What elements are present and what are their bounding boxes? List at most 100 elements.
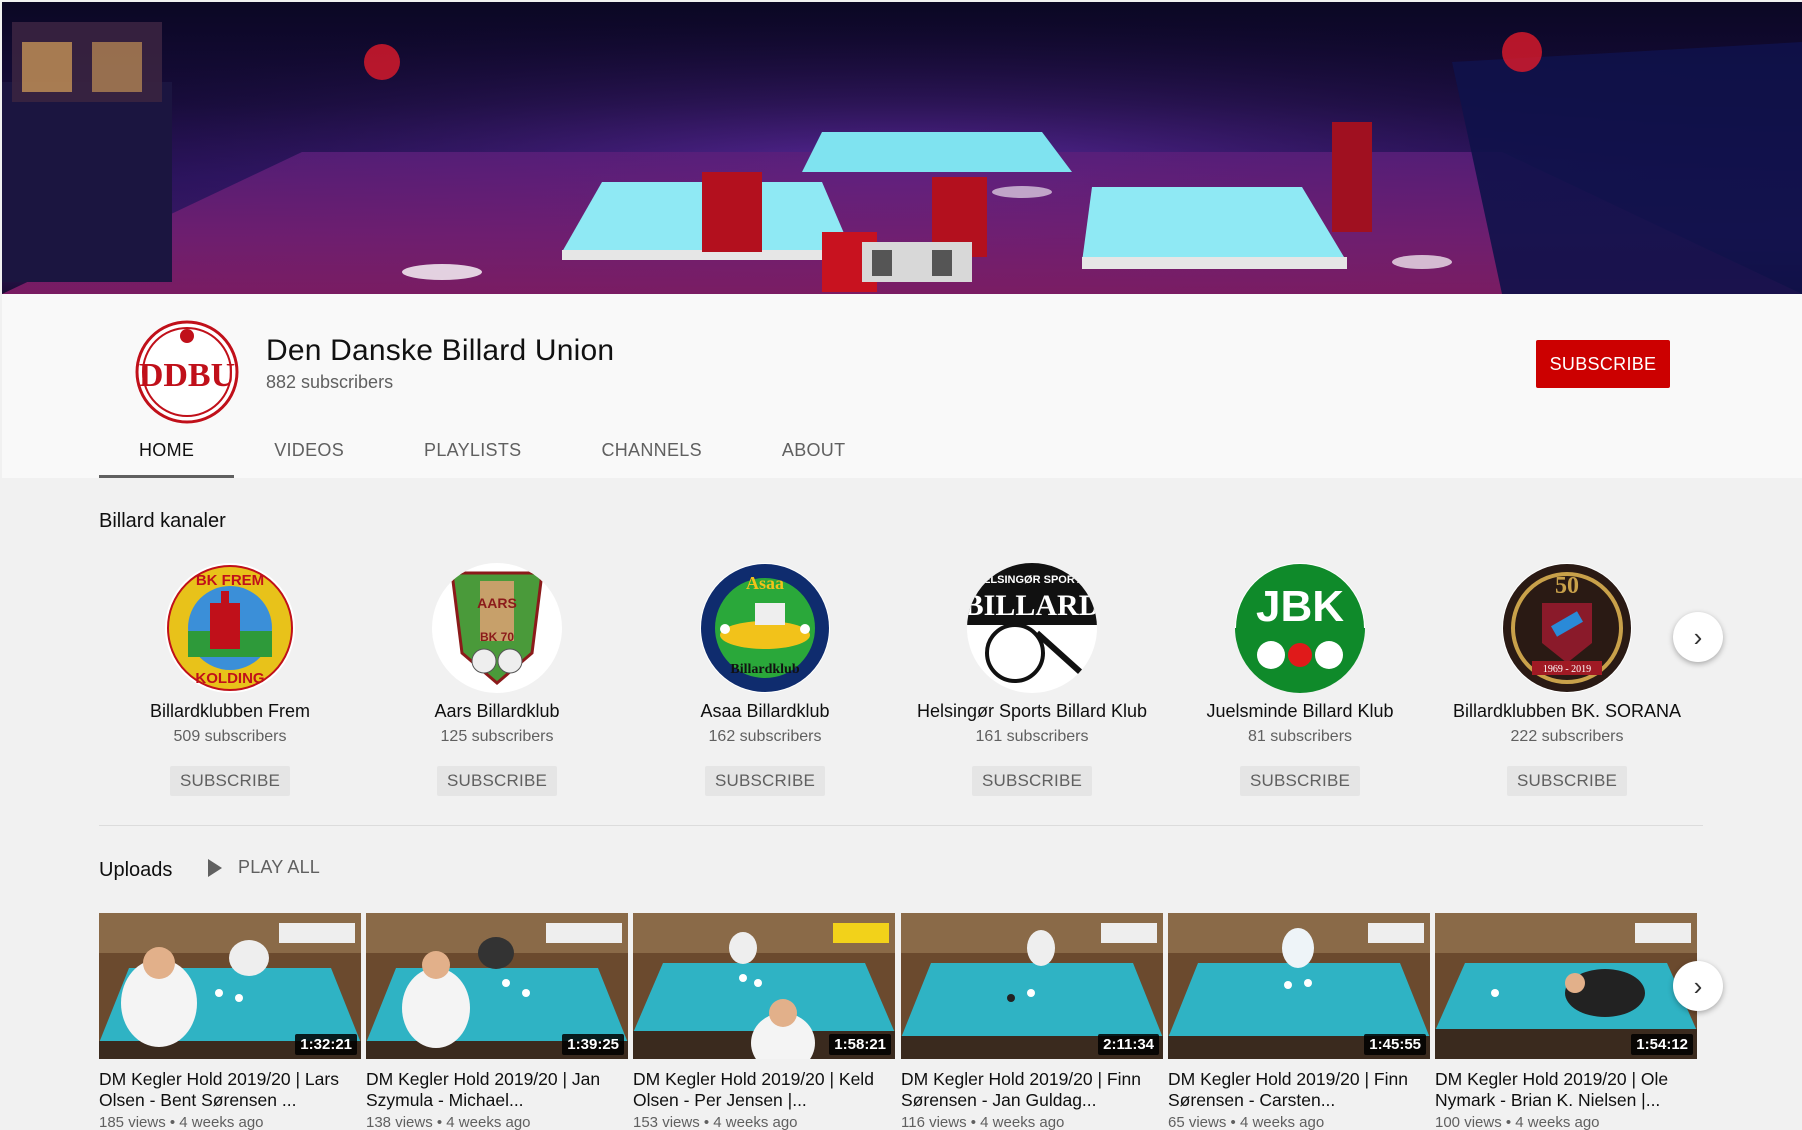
channel-tabs: HOME VIDEOS PLAYLISTS CHANNELS ABOUT <box>99 422 885 478</box>
channel-name[interactable]: Billardklubben Frem <box>96 701 364 722</box>
channel-subscriber-count: 81 subscribers <box>1247 728 1353 745</box>
video-title[interactable]: DM Kegler Hold 2019/20 | Lars Olsen - Be… <box>99 1069 361 1111</box>
channel-avatar-asaa[interactable]: Asaa Billardklub <box>700 563 830 693</box>
svg-text:KOLDING: KOLDING <box>195 670 264 687</box>
video-duration: 1:58:21 <box>829 1034 891 1055</box>
channel-name[interactable]: Asaa Billardklub <box>631 701 899 722</box>
channel-avatar-aars[interactable]: AARS BK 70 <box>432 563 562 693</box>
channel-subscribe-button[interactable]: SUBSCRIBE <box>169 766 291 796</box>
video-thumbnail[interactable]: 1:54:12 <box>1435 913 1697 1059</box>
aars-logo-icon: AARS BK 70 <box>433 564 561 692</box>
channel-subscriber-count: 509 subscribers <box>173 728 287 745</box>
channel-name[interactable]: Aars Billardklub <box>363 701 631 722</box>
video-metadata: 138 views • 4 weeks ago <box>366 1114 531 1130</box>
channel-avatar-juelsminde[interactable]: JBK <box>1235 563 1365 693</box>
video-card[interactable]: 1:45:55 DM Kegler Hold 2019/20 | Finn Sø… <box>1168 913 1430 1130</box>
subscribe-button[interactable]: SUBSCRIBE <box>1536 340 1670 388</box>
svg-text:AARS: AARS <box>477 595 517 611</box>
video-title[interactable]: DM Kegler Hold 2019/20 | Keld Olsen - Pe… <box>633 1069 895 1111</box>
video-card[interactable]: 1:32:21 DM Kegler Hold 2019/20 | Lars Ol… <box>99 913 361 1130</box>
tab-home[interactable]: HOME <box>99 422 235 478</box>
play-all-button[interactable]: PLAY ALL <box>208 857 320 878</box>
video-title[interactable]: DM Kegler Hold 2019/20 | Finn Sørensen -… <box>901 1069 1163 1111</box>
video-card[interactable]: 1:39:25 DM Kegler Hold 2019/20 | Jan Szy… <box>366 913 628 1130</box>
featured-channel-card: Asaa Billardklub Asaa Billardklub 162 su… <box>631 563 899 796</box>
video-metadata: 100 views • 4 weeks ago <box>1435 1114 1600 1130</box>
video-thumbnail[interactable]: 1:58:21 <box>633 913 895 1059</box>
svg-text:BILLARD: BILLARD <box>967 589 1097 622</box>
helsingor-logo-icon: HELSINGØR SPORTS BILLARD <box>967 563 1097 692</box>
tab-playlists[interactable]: PLAYLISTS <box>384 422 561 478</box>
svg-text:1969 - 2019: 1969 - 2019 <box>1543 664 1591 675</box>
video-card[interactable]: 1:54:12 DM Kegler Hold 2019/20 | Ole Nym… <box>1435 913 1697 1130</box>
svg-text:50: 50 <box>1555 573 1579 599</box>
channel-header: DDBU Den Danske Billard Union 882 subscr… <box>2 294 1802 478</box>
video-title[interactable]: DM Kegler Hold 2019/20 | Finn Sørensen -… <box>1168 1069 1430 1111</box>
tab-videos[interactable]: VIDEOS <box>234 422 384 478</box>
featured-channel-card: BK FREM KOLDING Billardklubben Frem 509 … <box>96 563 364 796</box>
bk-frem-logo-icon: BK FREM KOLDING <box>166 564 294 692</box>
video-thumbnail[interactable]: 1:45:55 <box>1168 913 1430 1059</box>
chevron-right-icon: › <box>1693 621 1703 652</box>
video-thumbnail[interactable]: 1:39:25 <box>366 913 628 1059</box>
play-icon <box>208 858 222 877</box>
video-title[interactable]: DM Kegler Hold 2019/20 | Jan Szymula - M… <box>366 1069 628 1111</box>
tab-channels[interactable]: CHANNELS <box>561 422 741 478</box>
channel-name[interactable]: Billardklubben BK. SORANA <box>1433 701 1701 722</box>
video-metadata: 185 views • 4 weeks ago <box>99 1114 264 1130</box>
section-divider <box>99 825 1703 826</box>
svg-text:BK 70: BK 70 <box>480 630 514 644</box>
channel-subscriber-count: 125 subscribers <box>440 728 554 745</box>
chevron-right-icon: › <box>1693 970 1703 1001</box>
video-metadata: 153 views • 4 weeks ago <box>633 1114 798 1130</box>
asaa-logo-icon: Asaa Billardklub <box>701 564 829 692</box>
svg-text:Billardklub: Billardklub <box>730 662 799 677</box>
uploads-next-button[interactable]: › <box>1673 961 1723 1011</box>
featured-channel-card: JBK Juelsminde Billard Klub 81 subscribe… <box>1166 563 1434 796</box>
video-duration: 1:39:25 <box>562 1034 624 1055</box>
channel-name[interactable]: Helsingør Sports Billard Klub <box>898 701 1166 722</box>
tab-about[interactable]: ABOUT <box>742 422 886 478</box>
channel-subscriber-count: 222 subscribers <box>1510 728 1624 745</box>
video-duration: 2:11:34 <box>1098 1034 1159 1055</box>
video-metadata: 116 views • 4 weeks ago <box>901 1114 1065 1130</box>
video-duration: 1:32:21 <box>295 1034 357 1055</box>
video-card[interactable]: 1:58:21 DM Kegler Hold 2019/20 | Keld Ol… <box>633 913 895 1130</box>
channel-avatar-helsingor[interactable]: HELSINGØR SPORTS BILLARD <box>967 563 1097 693</box>
channel-subscribe-button[interactable]: SUBSCRIBE <box>704 766 826 796</box>
channel-avatar[interactable]: DDBU <box>135 320 239 424</box>
channel-banner <box>2 2 1802 294</box>
video-duration: 1:54:12 <box>1631 1034 1693 1055</box>
featured-channel-card: HELSINGØR SPORTS BILLARD Helsingør Sport… <box>898 563 1166 796</box>
video-title[interactable]: DM Kegler Hold 2019/20 | Ole Nymark - Br… <box>1435 1069 1697 1111</box>
channel-title: Den Danske Billard Union <box>266 334 615 367</box>
svg-text:HELSINGØR SPORTS: HELSINGØR SPORTS <box>975 574 1089 586</box>
video-thumbnail[interactable]: 1:32:21 <box>99 913 361 1059</box>
video-card[interactable]: 2:11:34 DM Kegler Hold 2019/20 | Finn Sø… <box>901 913 1163 1130</box>
svg-text:BK FREM: BK FREM <box>196 572 264 589</box>
channel-subscriber-count: 161 subscribers <box>975 728 1089 745</box>
channel-subscribe-button[interactable]: SUBSCRIBE <box>1506 766 1628 796</box>
video-metadata: 65 views • 4 weeks ago <box>1168 1114 1325 1130</box>
video-thumbnail[interactable]: 2:11:34 <box>901 913 1163 1059</box>
channel-subscribe-button[interactable]: SUBSCRIBE <box>971 766 1093 796</box>
svg-text:JBK: JBK <box>1256 582 1344 631</box>
channel-subscribe-button[interactable]: SUBSCRIBE <box>1239 766 1361 796</box>
channel-subscriber-count: 162 subscribers <box>708 728 822 745</box>
shelf-title-uploads[interactable]: Uploads <box>99 859 172 882</box>
channel-avatar-frem[interactable]: BK FREM KOLDING <box>165 563 295 693</box>
featured-channel-card: 50 1969 - 2019 Billardklubben BK. SORANA… <box>1433 563 1701 796</box>
shelf-next-button[interactable]: › <box>1673 612 1723 662</box>
channel-name[interactable]: Juelsminde Billard Klub <box>1166 701 1434 722</box>
featured-channel-card: AARS BK 70 Aars Billardklub 125 subscrib… <box>363 563 631 796</box>
banner-arena-image <box>2 2 1802 294</box>
svg-text:Asaa: Asaa <box>746 573 784 593</box>
youtube-channel-page: DDBU Den Danske Billard Union 882 subscr… <box>0 0 1802 1130</box>
channel-subscribe-button[interactable]: SUBSCRIBE <box>436 766 558 796</box>
ddbu-logo-icon: DDBU <box>135 320 239 424</box>
shelf-title-channels[interactable]: Billard kanaler <box>99 510 226 533</box>
channel-subscriber-count: 882 subscribers <box>266 372 394 392</box>
channel-avatar-sorana[interactable]: 50 1969 - 2019 <box>1502 563 1632 693</box>
sorana-logo-icon: 50 1969 - 2019 <box>1503 564 1631 692</box>
svg-text:DDBU: DDBU <box>139 357 235 394</box>
